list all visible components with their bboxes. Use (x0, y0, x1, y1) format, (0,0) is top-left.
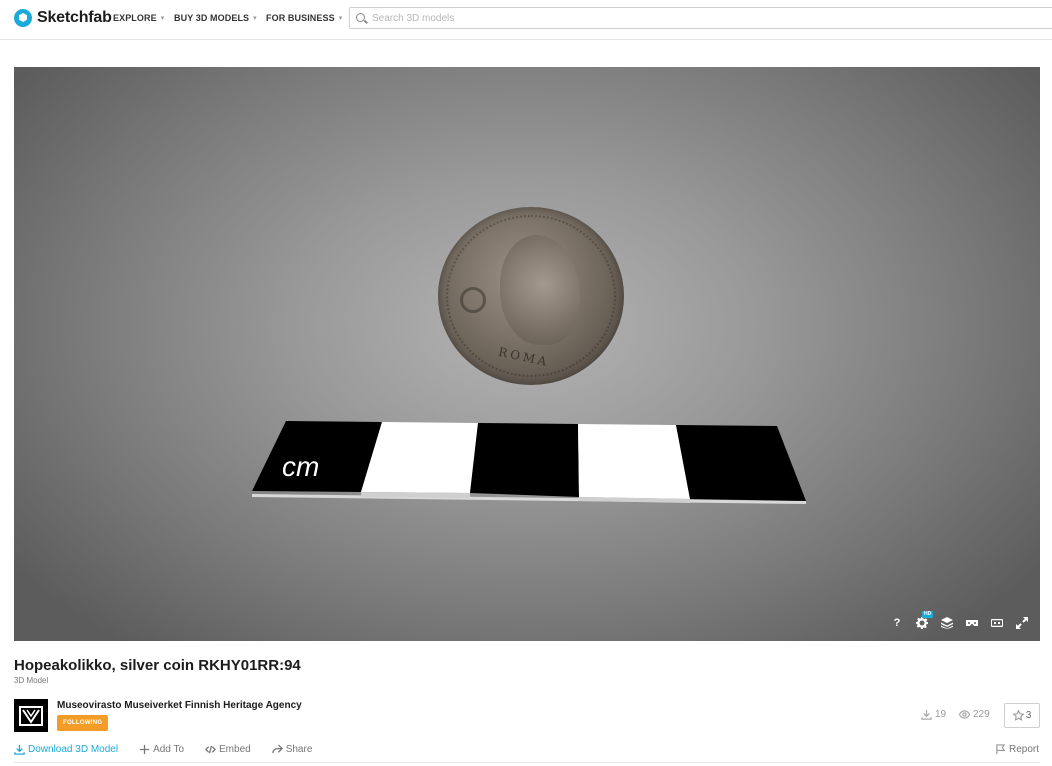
report-button[interactable]: Report (995, 744, 1039, 755)
add-to-button[interactable]: Add To (139, 744, 184, 755)
layers-icon[interactable] (941, 617, 953, 629)
like-count: 3 (1025, 710, 1032, 721)
chevron-down-icon: ▾ (338, 15, 343, 22)
scale-bar: cm (252, 421, 806, 504)
like-button[interactable]: 3 (1004, 703, 1040, 728)
view-count: 229 (959, 709, 990, 720)
settings-icon[interactable]: HD (916, 611, 934, 629)
chevron-down-icon: ▾ (253, 15, 257, 22)
sketchfab-logo-icon (14, 9, 32, 27)
download-model-button[interactable]: Download 3D Model (14, 744, 118, 755)
scale-label: cm (282, 451, 319, 482)
viewer-controls: ? HD (891, 611, 1028, 629)
fullscreen-icon[interactable] (1016, 617, 1028, 629)
scale-segment-5 (676, 425, 806, 501)
search-input[interactable] (372, 10, 672, 26)
code-icon (205, 745, 217, 754)
eye-icon (959, 710, 970, 719)
star-icon (1012, 710, 1024, 721)
chevron-down-icon: ▾ (160, 15, 165, 22)
vr-icon[interactable] (966, 617, 978, 629)
scale-segment-4 (578, 424, 690, 499)
nav-explore[interactable]: EXPLORE ▾ (113, 13, 164, 23)
scale-edge-white-1 (361, 492, 470, 498)
model-viewer[interactable]: ROMA cm ? HD (14, 67, 1040, 641)
embed-label: Embed (219, 744, 251, 755)
ar-icon[interactable] (991, 617, 1003, 629)
top-header: Sketchfab EXPLORE ▾ BUY 3D MODELS ▾ FOR … (0, 0, 1052, 40)
following-button[interactable]: FOLLOWING (57, 715, 109, 731)
nav-explore-label: EXPLORE (113, 13, 157, 23)
add-to-label: Add To (153, 744, 185, 755)
hd-badge: HD (922, 611, 934, 618)
view-count-value: 229 (973, 709, 990, 720)
divider (14, 762, 1040, 763)
sketchfab-logo[interactable]: Sketchfab (14, 7, 112, 29)
owner-name[interactable]: Museovirasto Museiverket Finnish Heritag… (57, 700, 302, 711)
museum-logo-icon (19, 705, 43, 726)
help-icon[interactable]: ? (891, 617, 903, 629)
plus-icon (139, 744, 150, 755)
report-label: Report (1009, 744, 1040, 755)
nav-business-label: FOR BUSINESS (266, 13, 335, 23)
share-label: Share (285, 744, 313, 755)
scale-segment-3 (470, 423, 579, 497)
flag-icon (996, 744, 1006, 755)
nav-for-business[interactable]: FOR BUSINESS ▾ (266, 13, 342, 23)
download-count: 19 (921, 709, 946, 720)
nav-buy-label: BUY 3D MODELS (174, 13, 250, 23)
search-box (349, 7, 1052, 29)
search-icon (356, 13, 365, 22)
model-title: Hopeakolikko, silver coin RKHY01RR:94 (14, 657, 301, 674)
share-icon (271, 744, 283, 754)
nav-buy-3d-models[interactable]: BUY 3D MODELS ▾ (174, 13, 257, 23)
share-button[interactable]: Share (271, 744, 313, 755)
download-icon (921, 709, 932, 720)
logo-text: Sketchfab (37, 9, 112, 26)
embed-button[interactable]: Embed (205, 744, 251, 755)
action-bar: Download 3D Model Add To Embed Share (14, 744, 333, 755)
download-label: Download 3D Model (28, 744, 119, 755)
download-count-value: 19 (935, 709, 947, 720)
download-icon (14, 744, 25, 755)
avatar[interactable] (14, 699, 48, 732)
model-type: 3D Model (14, 676, 49, 685)
